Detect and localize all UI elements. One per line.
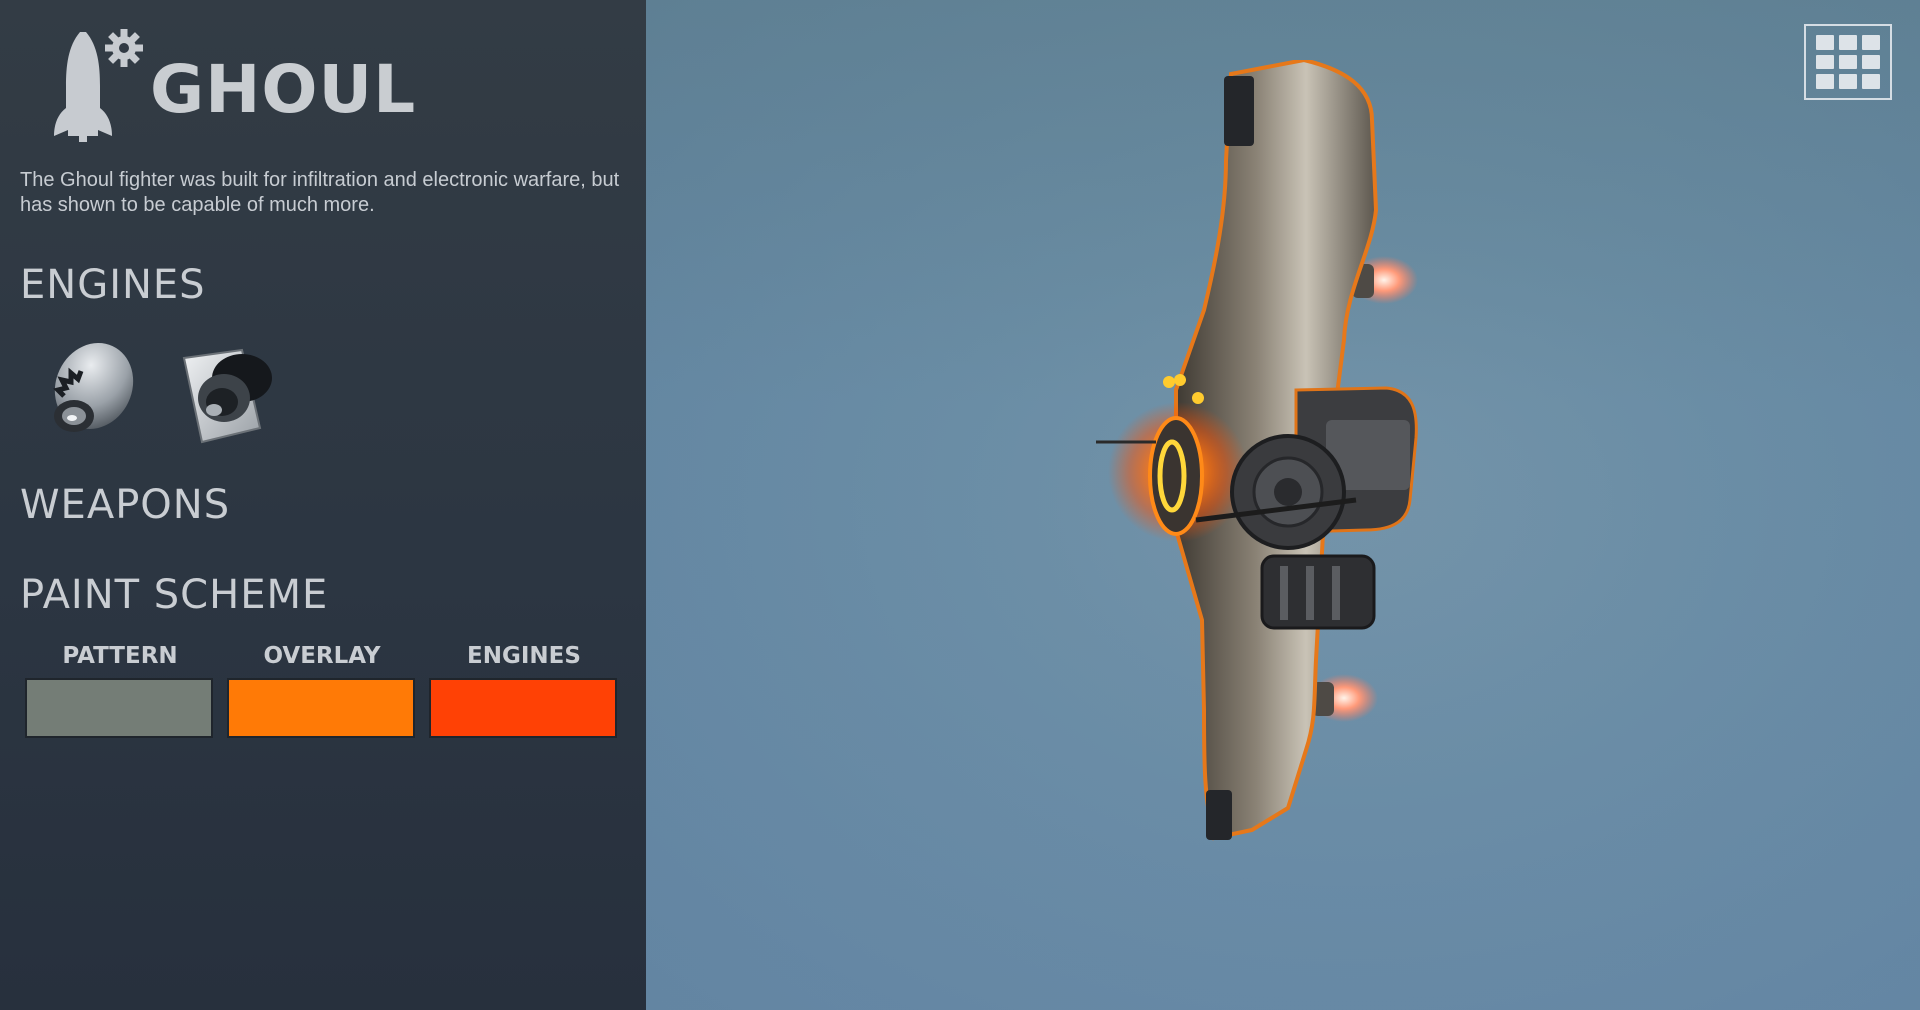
- round-thruster-engine-icon: [53, 343, 134, 432]
- ship-3d-viewport[interactable]: [646, 0, 1920, 1010]
- ship-title: GHOUL: [150, 50, 417, 128]
- title-row: GHOUL: [50, 24, 416, 144]
- engine-option-round[interactable]: [34, 336, 144, 446]
- engines-color-label: ENGINES: [467, 643, 581, 669]
- pattern-label: PATTERN: [62, 643, 178, 669]
- grid-menu-button[interactable]: [1804, 24, 1892, 100]
- pattern-color-swatch[interactable]: [25, 678, 213, 738]
- square-thruster-engine-icon: [182, 348, 272, 444]
- paint-scheme-heading: PAINT SCHEME: [20, 572, 329, 618]
- grid-menu-icon: [1816, 35, 1834, 50]
- ship-config-panel: GHOUL The Ghoul fighter was built for in…: [0, 0, 646, 1010]
- overlay-color-swatch[interactable]: [227, 678, 415, 738]
- engine-option-square[interactable]: [176, 336, 286, 446]
- engines-heading: ENGINES: [20, 262, 206, 308]
- rocket-gear-icon: [50, 24, 150, 144]
- ship-description: The Ghoul fighter was built for infiltra…: [20, 169, 620, 216]
- ghoul-ship-model: [1096, 60, 1418, 841]
- weapons-heading: WEAPONS: [20, 482, 231, 528]
- overlay-label: OVERLAY: [263, 643, 381, 669]
- engines-color-swatch[interactable]: [429, 678, 617, 738]
